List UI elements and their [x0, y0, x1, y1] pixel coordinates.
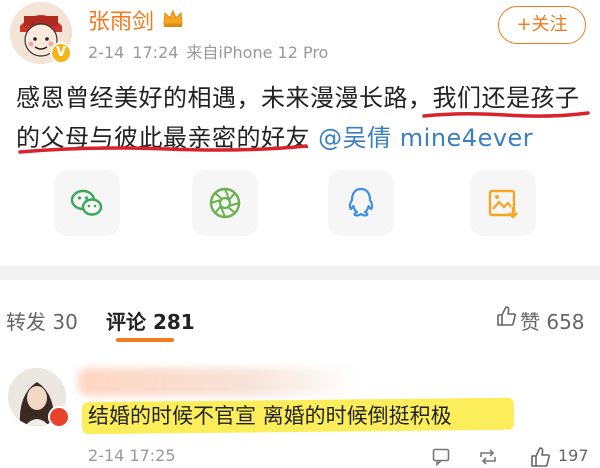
tab-comment[interactable]: 评论 281: [106, 306, 195, 335]
crown-icon: [163, 9, 183, 27]
tab-comment-count: 281: [152, 310, 195, 334]
share-wechat-button[interactable]: [54, 170, 120, 236]
post-meta: 2-14 17:24 来自iPhone 12 Pro: [88, 39, 336, 63]
comment-text: 结婚的时候不官宣 离婚的时候倒挺积极: [88, 404, 452, 428]
tab-comment-label: 评论: [106, 310, 146, 334]
save-image-button[interactable]: [470, 170, 536, 236]
moments-icon: [209, 187, 241, 219]
tab-like[interactable]: 赞 658: [520, 306, 585, 335]
section-divider: [0, 266, 600, 280]
wechat-icon: [70, 189, 103, 216]
qq-icon: [348, 187, 374, 217]
tab-like-count: 658: [546, 310, 585, 334]
comment-time: 17:25: [129, 446, 176, 465]
follow-button[interactable]: +关注: [498, 6, 586, 44]
like-icon[interactable]: [530, 446, 550, 468]
mention-link[interactable]: @吴倩: [318, 124, 392, 152]
comment-like-count: 197: [558, 446, 589, 465]
post-text-line1-part1: 感恩曾经美好的相遇，未来漫漫长路，: [16, 84, 433, 112]
tab-repost-label: 转发: [6, 310, 46, 334]
blurred-commenter-name: [78, 368, 358, 396]
share-moments-button[interactable]: [192, 170, 258, 236]
post-date: 2-14: [88, 43, 125, 62]
thumbs-up-icon: [497, 306, 516, 326]
post-source: 来自iPhone 12 Pro: [186, 43, 329, 62]
comment-date: 2-14: [88, 446, 125, 465]
red-underline-annotation: [422, 111, 590, 118]
active-tab-indicator: [116, 338, 174, 342]
tab-repost-count: 30: [52, 310, 78, 334]
tab-like-label: 赞: [520, 310, 540, 334]
comment-timestamp: 2-14 17:25: [88, 446, 176, 465]
verified-badge-icon: V: [50, 42, 72, 64]
red-underline-annotation-2: [18, 144, 308, 154]
post-time: 17:24: [132, 43, 179, 62]
save-image-icon: [488, 189, 518, 219]
author-name[interactable]: 张雨剑: [88, 4, 154, 36]
mention-suffix[interactable]: mine4ever: [392, 124, 534, 152]
commenter-badge-icon: [48, 406, 70, 428]
share-qq-button[interactable]: [328, 170, 394, 236]
repost-icon[interactable]: [478, 448, 498, 466]
reply-icon[interactable]: [432, 448, 450, 466]
tab-repost[interactable]: 转发 30: [6, 306, 78, 335]
